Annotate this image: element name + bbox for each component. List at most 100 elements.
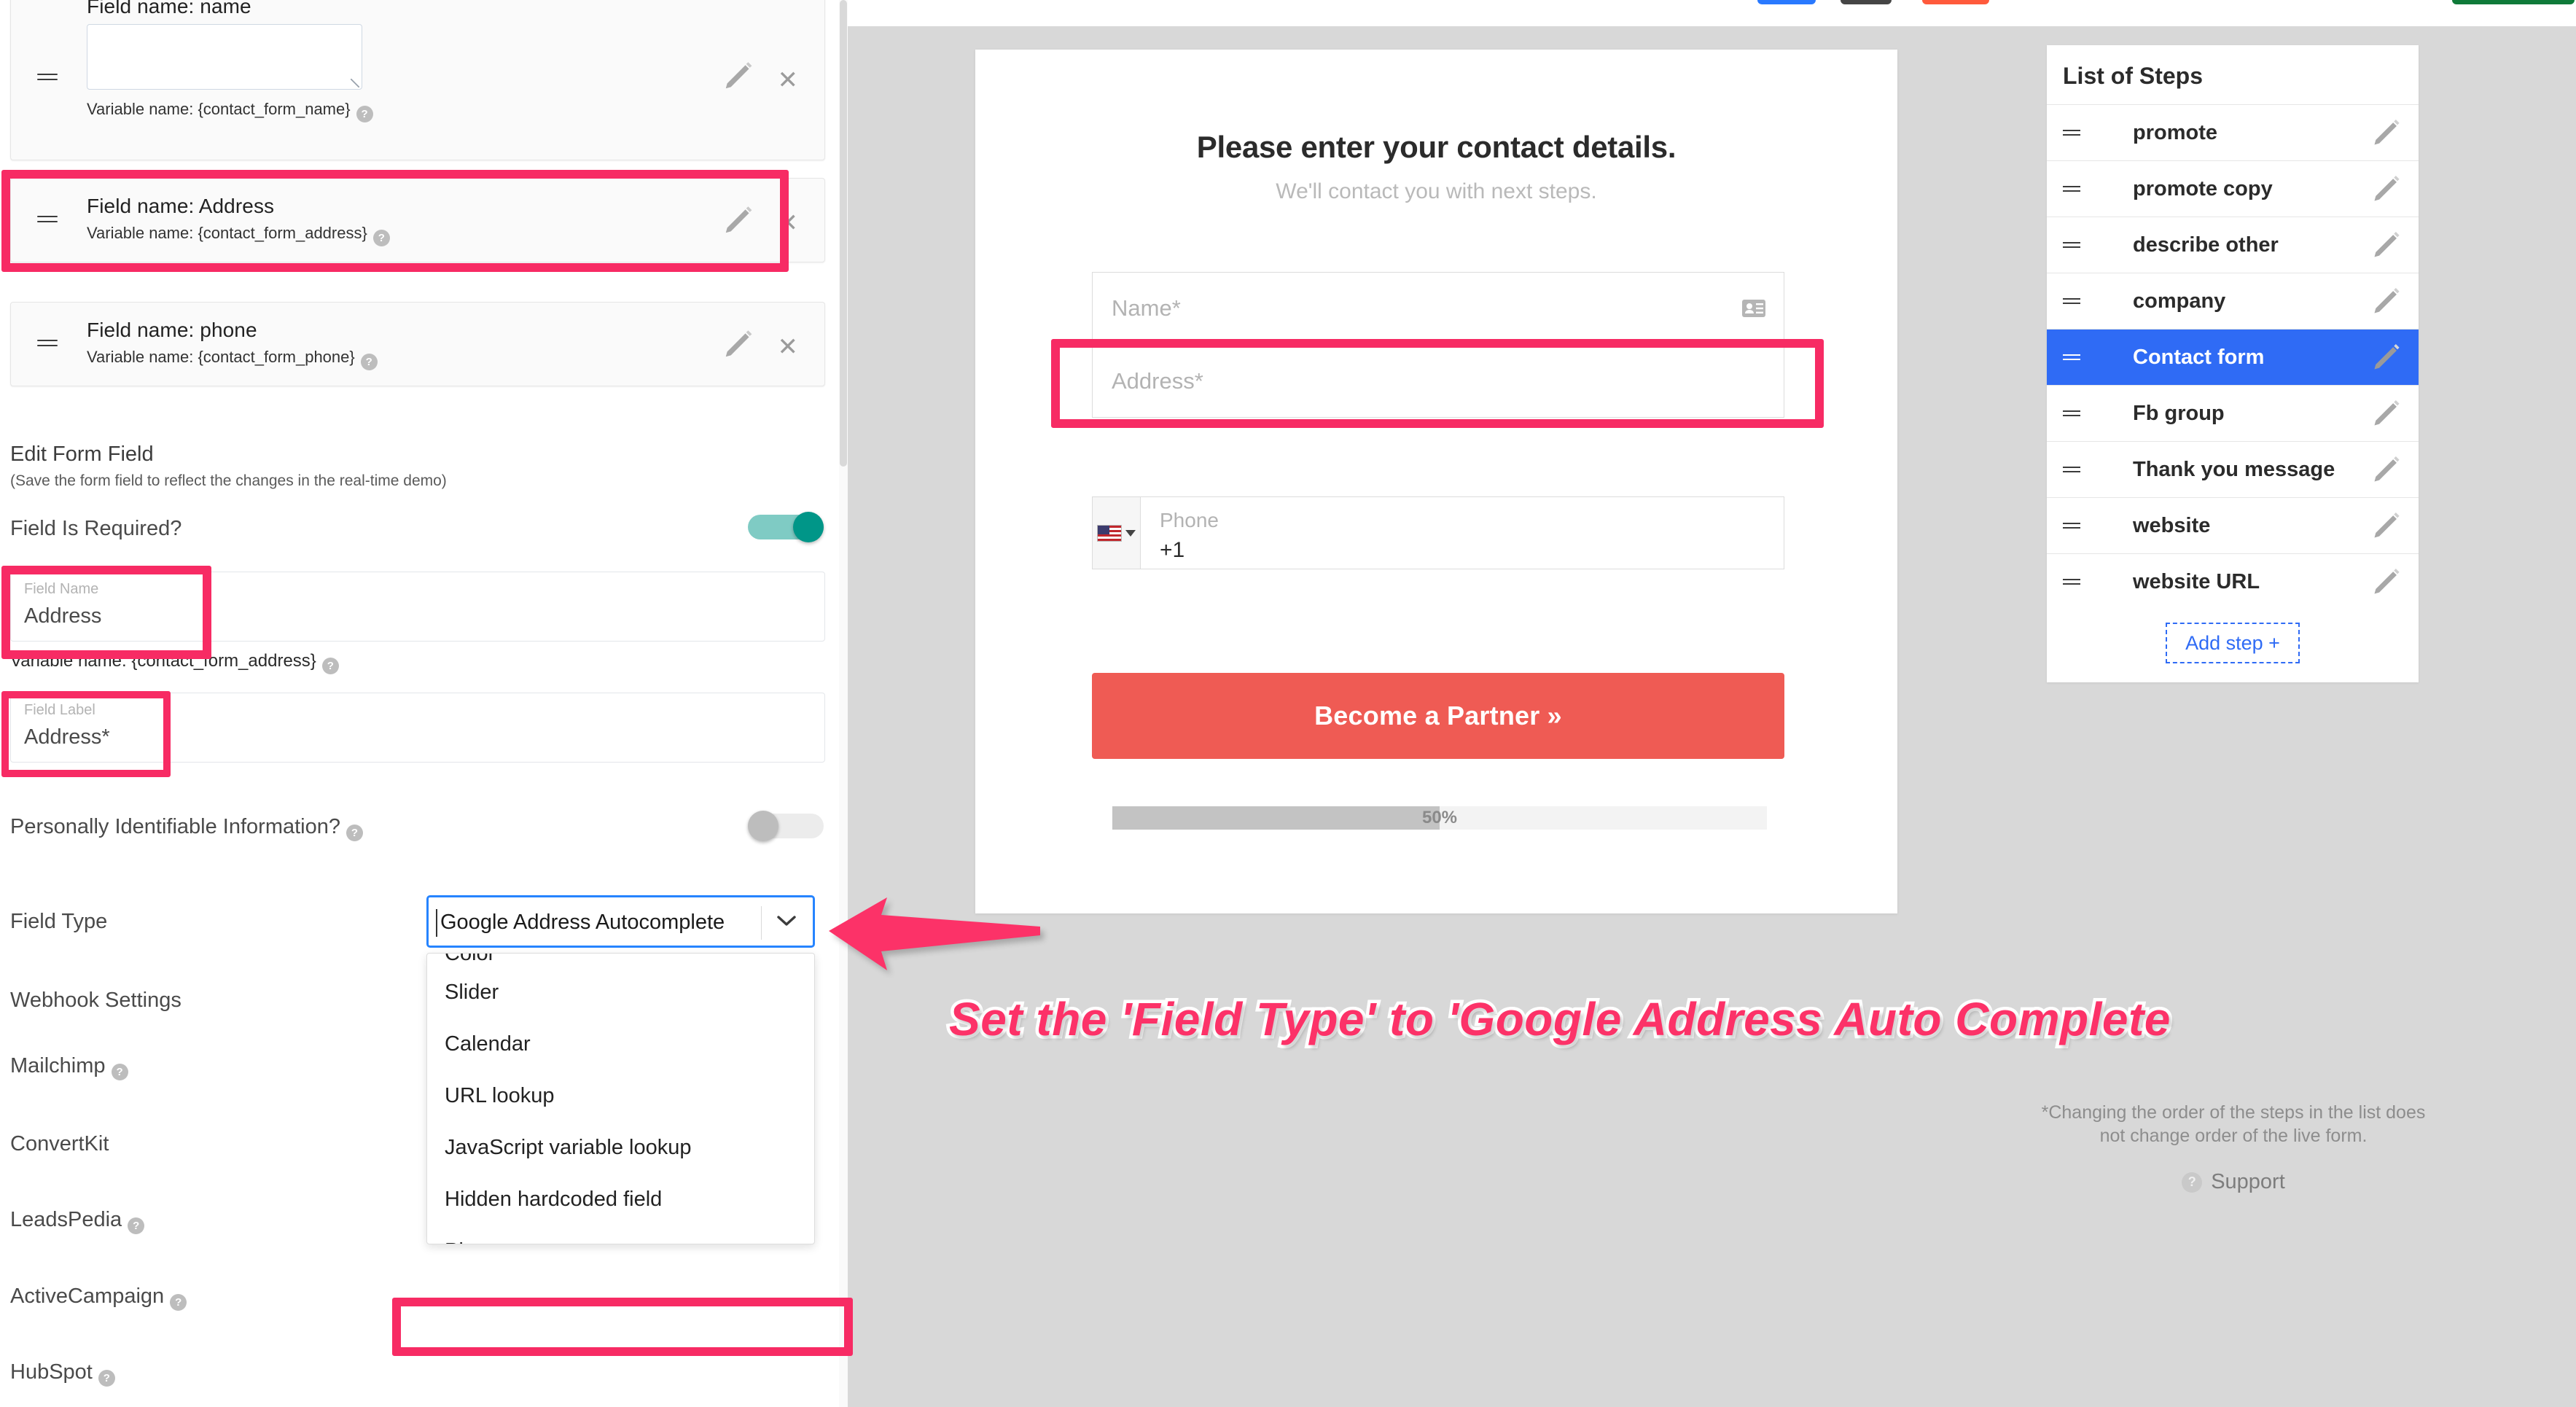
field-name-input[interactable]: Field Name Address [10,572,825,642]
edit-pencil-icon[interactable] [2370,566,2403,598]
drag-handle-icon[interactable] [2063,239,2080,251]
integration-mailchimp[interactable]: Mailchimp? [10,1054,128,1080]
field-card-variable-text: Variable name: {contact_form_name} [87,100,351,118]
integration-convertkit[interactable]: ConvertKit [10,1132,109,1156]
step-row-contact-form[interactable]: Contact form [2047,329,2419,385]
help-icon[interactable]: ? [321,658,339,674]
chevron-down-icon[interactable] [1125,529,1136,537]
step-row-promote[interactable]: promote [2047,104,2419,160]
edit-pencil-icon[interactable] [2370,285,2403,317]
edit-pencil-icon[interactable] [2370,341,2403,373]
integration-hubspot[interactable]: HubSpot? [10,1360,115,1387]
dropdown-option-hidden-hardcoded-field[interactable]: Hidden hardcoded field [427,1174,814,1225]
top-orange-button[interactable] [1922,0,1989,4]
edit-pencil-icon[interactable] [2370,173,2403,205]
field-is-required-toggle[interactable] [748,512,824,542]
step-label: website URL [2133,569,2260,593]
dropdown-option-slider[interactable]: Slider [427,967,814,1018]
integration-leadspedia-text: LeadsPedia [10,1208,122,1231]
become-a-partner-button[interactable]: Become a Partner » [1092,673,1784,759]
drag-handle-icon[interactable] [2063,464,2080,475]
edit-pencil-icon[interactable] [722,59,755,93]
pink-arrow-annotation [829,897,1040,970]
drag-handle-icon[interactable] [2063,408,2080,419]
drag-handle-icon[interactable] [2063,183,2080,195]
step-row-thank-you-message[interactable]: Thank you message [2047,441,2419,497]
left-panel-scrollbar[interactable] [839,0,848,1407]
us-flag-icon [1097,524,1122,542]
help-icon[interactable]: ? [372,230,390,246]
dropdown-option-calendar[interactable]: Calendar [427,1018,814,1070]
help-icon[interactable]: ? [98,1370,115,1387]
delete-field-icon[interactable]: ✕ [778,335,799,359]
drag-handle-icon[interactable] [2063,351,2080,363]
edit-pencil-icon[interactable] [2370,453,2403,486]
dropdown-option-phone[interactable]: Phone [427,1225,814,1244]
dropdown-option-color[interactable]: Color [427,954,814,967]
integration-activecampaign[interactable]: ActiveCampaign? [10,1285,187,1311]
field-card-phone[interactable]: Field name: phone Variable name: {contac… [10,302,825,386]
integration-activecampaign-text: ActiveCampaign [10,1285,165,1308]
help-icon[interactable]: ? [360,354,378,370]
pii-toggle[interactable] [748,811,824,841]
help-icon[interactable]: ? [346,825,363,841]
step-label: describe other [2133,233,2279,257]
country-code-selector[interactable] [1093,497,1141,569]
help-icon[interactable]: ? [356,106,373,122]
preview-address-input[interactable]: Address* [1092,345,1784,418]
left-panel-scroll-thumb[interactable] [840,0,847,467]
top-dark-button[interactable] [1841,0,1892,4]
top-green-button[interactable] [2452,0,2575,4]
field-card-address[interactable]: Field name: Address Variable name: {cont… [10,178,825,262]
list-of-steps-heading: List of Steps [2063,63,2204,89]
drag-handle-icon[interactable] [37,336,58,352]
help-icon[interactable]: ? [111,1064,128,1080]
edit-pencil-icon[interactable] [722,203,755,237]
top-blue-button[interactable] [1757,0,1816,4]
dropdown-option-js-variable-lookup[interactable]: JavaScript variable lookup [427,1122,814,1174]
edit-pencil-icon[interactable] [2370,117,2403,149]
dropdown-option-url-lookup[interactable]: URL lookup [427,1070,814,1122]
chevron-down-icon[interactable] [776,915,797,927]
field-name-input-label: Field Name [24,581,99,597]
edit-pencil-icon[interactable] [2370,229,2403,261]
delete-field-icon[interactable]: ✕ [778,211,799,235]
step-row-website[interactable]: website [2047,497,2419,553]
field-card-variable: Variable name: {contact_form_name}? [87,100,373,122]
drag-handle-icon[interactable] [37,70,58,86]
field-card-name[interactable]: Field name: name Variable name: {contact… [10,0,825,160]
step-row-website-url[interactable]: website URL [2047,553,2419,609]
drag-handle-icon[interactable] [37,212,58,228]
field-type-select[interactable]: Google Address Autocomplete [426,895,815,948]
edit-pencil-icon[interactable] [2370,510,2403,542]
integration-hubspot-text: HubSpot [10,1360,93,1384]
add-step-button[interactable]: Add step + [2166,623,2300,663]
field-card-title: Field name: name [87,0,251,17]
field-label-input-label: Field Label [24,702,95,718]
support-link[interactable]: ? Support [2034,1170,2433,1194]
delete-field-icon[interactable]: ✕ [778,68,799,93]
preview-name-placeholder: Name* [1112,295,1181,321]
step-row-describe-other[interactable]: describe other [2047,217,2419,273]
integration-leadspedia[interactable]: LeadsPedia? [10,1208,145,1234]
field-label-input[interactable]: Field Label Address* [10,693,825,763]
field-type-dropdown-list[interactable]: Color Slider Calendar URL lookup JavaScr… [426,953,815,1244]
drag-handle-icon[interactable] [2063,520,2080,531]
preview-name-input[interactable]: Name* [1092,272,1784,345]
preview-phone-input[interactable]: Phone +1 [1092,496,1784,569]
step-row-promote-copy[interactable]: promote copy [2047,160,2419,217]
field-type-label: Field Type [10,910,108,933]
field-card-variable: Variable name: {contact_form_address}? [87,224,390,246]
step-row-company[interactable]: company [2047,273,2419,329]
edit-pencil-icon[interactable] [2370,397,2403,429]
integration-webhook-settings[interactable]: Webhook Settings [10,989,182,1013]
step-row-fb-group[interactable]: Fb group [2047,385,2419,441]
help-icon[interactable]: ? [170,1294,187,1311]
drag-handle-icon[interactable] [2063,295,2080,307]
drag-handle-icon[interactable] [2063,127,2080,139]
steps-order-note: *Changing the order of the steps in the … [2041,1102,2426,1146]
help-icon[interactable]: ? [128,1217,145,1234]
drag-handle-icon[interactable] [2063,576,2080,588]
edit-pencil-icon[interactable] [722,327,755,361]
field-note-textarea[interactable] [87,24,362,90]
